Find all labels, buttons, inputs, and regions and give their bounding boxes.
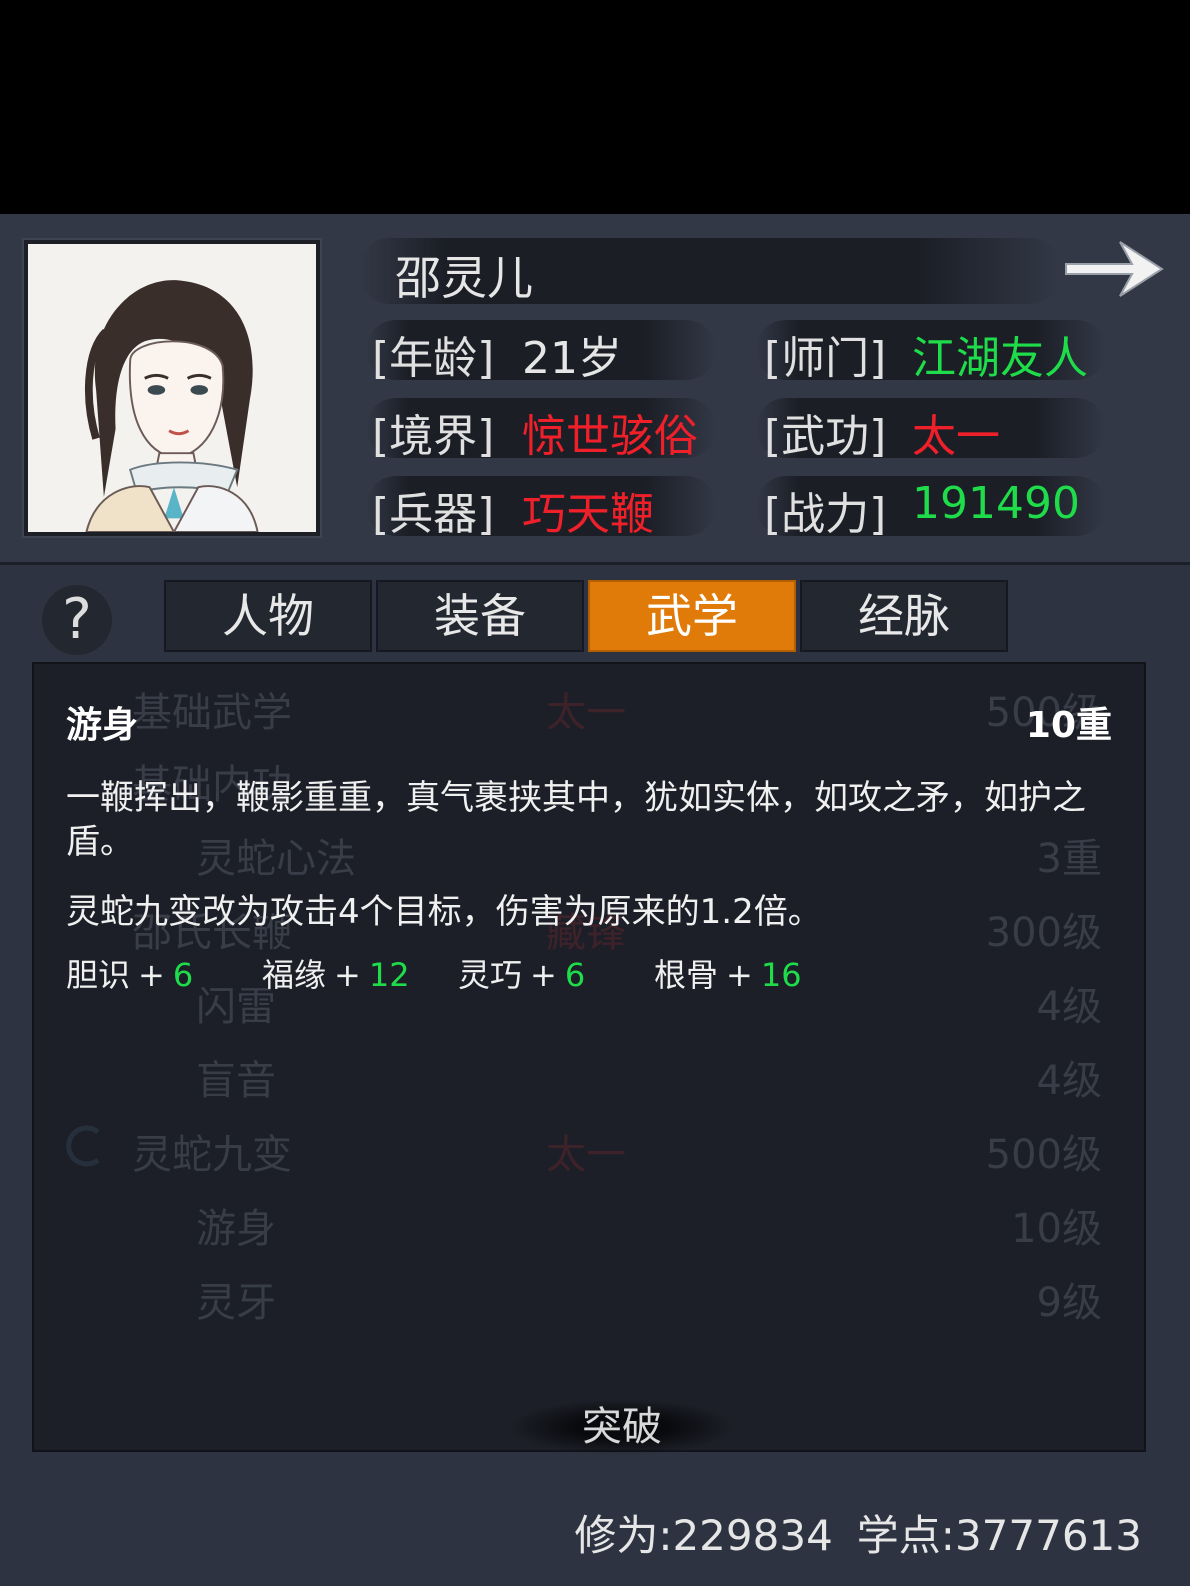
character-name: 邵灵儿	[395, 251, 533, 305]
skill-tooltip-level: 10重	[1025, 705, 1112, 746]
tab-equipment[interactable]: 装备	[376, 580, 584, 652]
list-item-name[interactable]: 盲音	[196, 1048, 276, 1106]
power-label: [战力]	[764, 489, 887, 540]
breakthrough-button[interactable]: 突破	[512, 1400, 732, 1454]
list-item-level: 500级	[985, 1132, 1102, 1178]
list-item-name[interactable]: 灵蛇九变	[132, 1122, 292, 1180]
list-item-level: 10级	[1011, 1206, 1102, 1252]
skill-tooltip-title: 游身	[66, 705, 139, 746]
list-item-level: 4级	[1036, 1058, 1102, 1104]
tab-martial-arts[interactable]: 武学	[588, 580, 796, 652]
attribute-value: 12	[368, 956, 410, 994]
attribute-name: 胆识	[66, 956, 131, 994]
sect-value: 江湖友人	[912, 333, 1088, 384]
age-label: [年龄]	[372, 333, 495, 384]
weapon-label: [兵器]	[372, 489, 495, 540]
list-item-level: 300级	[985, 910, 1102, 956]
attribute-name: 福缘	[262, 956, 327, 994]
list-item-name[interactable]: 基础武学	[132, 680, 292, 738]
list-item-name[interactable]: 灵牙	[196, 1270, 276, 1328]
attribute-value: 16	[760, 956, 802, 994]
skill-description: 一鞭挥出，鞭影重重，真气裹挟其中，犹如实体，如攻之矛，如护之盾。	[66, 778, 1086, 862]
attribute-bonus: 灵巧 +6	[458, 956, 586, 994]
list-item-level: 9级	[1036, 1280, 1102, 1326]
character-portrait	[24, 240, 320, 536]
attribute-name: 灵巧	[458, 956, 523, 994]
study-points-value: 学点:3777613	[856, 1511, 1142, 1560]
list-item-school: 太一	[546, 690, 626, 736]
footer-stats: 修为:229834 学点:3777613	[550, 1502, 1142, 1563]
attribute-bonus: 胆识 +6	[66, 956, 194, 994]
realm-label: [境界]	[372, 411, 495, 462]
martial-label: [武功]	[764, 411, 887, 462]
realm-value: 惊世骇俗	[522, 411, 698, 462]
list-item-name[interactable]: 游身	[196, 1196, 276, 1254]
skill-effect: 灵蛇九变改为攻击4个目标，伤害为原来的1.2倍。	[66, 892, 822, 932]
list-item-school: 太一	[546, 1132, 626, 1178]
attribute-name: 根骨	[654, 956, 719, 994]
sect-label: [师门]	[764, 333, 887, 384]
attribute-value: 6	[172, 956, 194, 994]
tab-meridians[interactable]: 经脉	[800, 580, 1008, 652]
attribute-bonus: 福缘 +12	[262, 956, 410, 994]
list-item-level: 4级	[1036, 984, 1102, 1030]
martial-value: 太一	[912, 411, 1000, 462]
help-icon[interactable]: ?	[42, 585, 112, 655]
loading-ring-icon	[66, 1125, 100, 1167]
weapon-value: 巧天鞭	[522, 489, 654, 540]
portrait-illustration-icon	[28, 244, 316, 532]
attribute-value: 6	[564, 956, 586, 994]
cultivation-value: 修为:229834	[574, 1511, 833, 1560]
power-value: 191490	[912, 478, 1080, 529]
next-arrow-icon[interactable]	[1062, 234, 1166, 304]
attribute-bonus: 根骨 +16	[654, 956, 802, 994]
age-value: 21岁	[522, 333, 622, 384]
tab-character[interactable]: 人物	[164, 580, 372, 652]
